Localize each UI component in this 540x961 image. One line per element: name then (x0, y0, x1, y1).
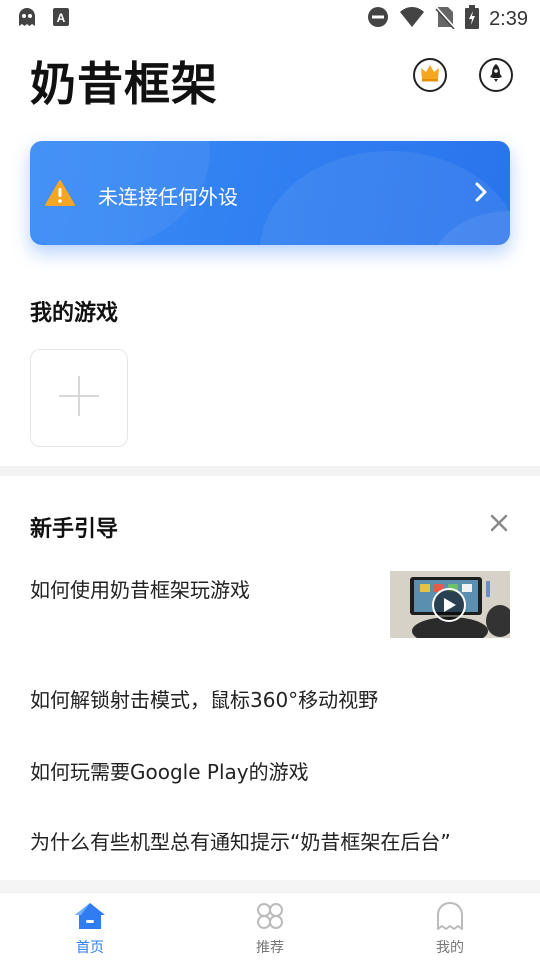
my-games-title: 我的游戏 (30, 301, 119, 326)
keyboard-a-icon: A (52, 7, 70, 31)
status-time: 2:39 (489, 7, 528, 30)
crown-icon (420, 64, 440, 86)
plus-icon (57, 374, 101, 422)
battery-charging-icon (465, 5, 480, 33)
tab-profile[interactable]: 我的 (390, 901, 510, 957)
banner-text: 未连接任何外设 (98, 185, 238, 209)
svg-text:A: A (57, 11, 66, 25)
tab-profile-label: 我的 (436, 940, 464, 956)
guide-item-4[interactable]: 为什么有些机型总有通知提示“奶昔框架在后台” (30, 826, 451, 855)
app-title: 奶昔框架 (30, 57, 218, 111)
bottom-tab-bar: 首页 推荐 我的 (0, 892, 540, 961)
no-sim-icon (435, 5, 455, 33)
tab-recommend[interactable]: 推荐 (210, 901, 330, 957)
ghost-icon (16, 6, 38, 32)
play-icon (443, 597, 457, 617)
device-connection-banner[interactable]: 未连接任何外设 (30, 141, 510, 245)
crown-button[interactable] (413, 58, 447, 92)
guide-item-1[interactable]: 如何使用奶昔框架玩游戏 (30, 574, 250, 603)
close-icon[interactable] (490, 514, 508, 536)
tab-home[interactable]: 首页 (30, 901, 150, 957)
rocket-button[interactable] (479, 58, 513, 92)
wifi-icon (399, 6, 425, 32)
home-icon (73, 903, 107, 935)
guide-title: 新手引导 (30, 517, 119, 542)
chevron-right-icon (474, 181, 488, 207)
clover-icon (255, 903, 285, 935)
section-divider (0, 466, 540, 476)
status-bar: A 2:39 (0, 0, 540, 36)
ghost-profile-icon (435, 902, 465, 935)
bottom-divider (0, 880, 540, 892)
app-header: 奶昔框架 (0, 40, 540, 120)
do-not-disturb-icon (367, 6, 389, 32)
tab-home-label: 首页 (76, 940, 104, 956)
rocket-icon (488, 63, 504, 87)
video-thumbnail[interactable] (390, 571, 510, 638)
add-game-button[interactable] (30, 349, 128, 447)
guide-item-3[interactable]: 如何玩需要Google Play的游戏 (30, 756, 309, 785)
guide-item-2[interactable]: 如何解锁射击模式，鼠标360°移动视野 (30, 684, 378, 713)
warning-icon (44, 179, 76, 211)
tab-recommend-label: 推荐 (256, 940, 284, 956)
